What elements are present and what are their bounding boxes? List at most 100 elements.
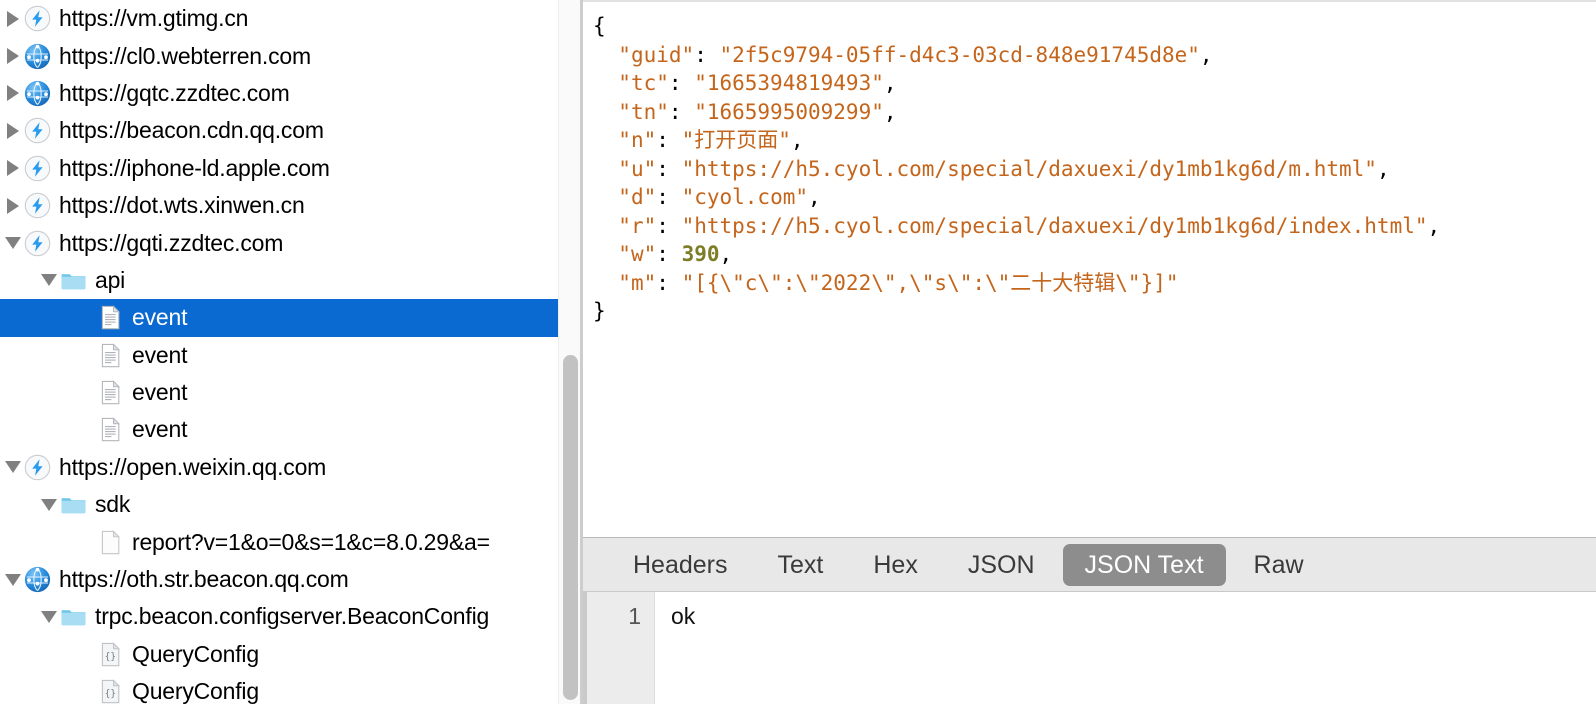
tree-row-label: https://vm.gtimg.cn [59, 5, 249, 32]
response-body-content[interactable]: ok [655, 592, 1596, 704]
json-line: { [593, 12, 1596, 41]
tab-headers[interactable]: Headers [611, 544, 750, 586]
tree-row[interactable]: event [0, 337, 558, 374]
detail-panel: { "guid": "2f5c9794-05ff-d4c3-03cd-848e9… [583, 0, 1596, 704]
json-colon: : [656, 270, 682, 295]
json-line: "w": 390, [593, 240, 1596, 269]
tree-row-label: https://iphone-ld.apple.com [59, 154, 330, 181]
svg-text:{}: {} [105, 689, 116, 700]
chevron-down-icon[interactable] [38, 498, 60, 511]
json-value: "2f5c9794-05ff-d4c3-03cd-848e91745d8e" [719, 42, 1200, 67]
line-number-gutter: 1 [583, 592, 655, 704]
tree-row-label: https://gqtc.zzdtec.com [59, 79, 290, 106]
tree-row[interactable]: event [0, 299, 558, 337]
json-value: "https://h5.cyol.com/special/daxuexi/dy1… [681, 156, 1377, 181]
json-comma: , [883, 71, 897, 95]
json-key-wrapper: "tc" [618, 71, 669, 95]
tree-row[interactable]: event [0, 411, 558, 448]
tree-row[interactable]: https://gqti.zzdtec.com [0, 224, 558, 261]
tree-row-label: event [132, 416, 188, 443]
json-key-wrapper: "d" [618, 185, 657, 209]
tree-row-label: https://beacon.cdn.qq.com [59, 117, 324, 144]
json-line: "tc": "1665394819493", [593, 69, 1596, 98]
folder-icon [60, 603, 87, 630]
json-key: d [630, 185, 644, 209]
json-key-wrapper: "m" [618, 270, 657, 295]
tree-row[interactable]: event [0, 374, 558, 411]
chevron-right-icon[interactable] [2, 197, 24, 214]
json-value: "https://h5.cyol.com/special/daxuexi/dy1… [681, 213, 1428, 238]
json-value: "1665394819493" [694, 71, 884, 95]
tree-row[interactable]: https://iphone-ld.apple.com [0, 150, 558, 187]
json-line: "guid": "2f5c9794-05ff-d4c3-03cd-848e917… [593, 41, 1596, 70]
detail-tab-bar[interactable]: Headers Text Hex JSON JSON Text Raw [583, 537, 1596, 591]
tab-raw[interactable]: Raw [1232, 544, 1326, 586]
document-icon [97, 304, 124, 331]
tree-row[interactable]: https://cl0.webterren.com [0, 37, 558, 74]
chevron-down-icon[interactable] [2, 237, 24, 250]
tree-row-label: api [95, 266, 126, 293]
json-line: "m": "[{\"c\":\"2022\",\"s\":\"二十大特辑\"}]… [593, 269, 1596, 298]
json-brace: { [593, 14, 606, 38]
tree-row[interactable]: https://vm.gtimg.cn [0, 0, 558, 37]
json-line: } [593, 297, 1596, 326]
tree-row[interactable]: https://open.weixin.qq.com [0, 449, 558, 486]
json-comma: , [808, 185, 821, 209]
folder-icon [60, 491, 87, 518]
globe-network-icon [24, 566, 51, 593]
tab-hex[interactable]: Hex [851, 544, 939, 586]
tree-scrollbar-thumb[interactable] [563, 355, 578, 700]
json-comma: , [1199, 42, 1213, 67]
document-icon [97, 342, 124, 369]
tree-row[interactable]: api [0, 262, 558, 299]
json-line: "tn": "1665995009299", [593, 98, 1596, 127]
chevron-down-icon[interactable] [38, 610, 60, 623]
tab-json-text[interactable]: JSON Text [1062, 543, 1226, 586]
json-key: m [630, 270, 644, 295]
json-brace: } [593, 299, 606, 323]
json-text-viewer[interactable]: { "guid": "2f5c9794-05ff-d4c3-03cd-848e9… [583, 0, 1596, 537]
tab-text[interactable]: Text [756, 544, 846, 586]
json-comma: , [1376, 156, 1390, 181]
document-icon [97, 379, 124, 406]
json-value: "打开页面" [681, 128, 791, 152]
tree-row[interactable]: report?v=1&o=0&s=1&c=8.0.29&a= [0, 523, 558, 560]
chevron-down-icon[interactable] [2, 573, 24, 586]
json-line: "d": "cyol.com", [593, 183, 1596, 212]
tree-row-label: QueryConfig [132, 678, 259, 704]
json-value: "[{\"c\":\"2022\",\"s\":\"二十大特辑\"}]" [681, 270, 1179, 295]
json-colon: : [656, 242, 682, 266]
json-page-icon: {} [97, 641, 124, 668]
tree-row[interactable]: https://oth.str.beacon.qq.com [0, 561, 558, 598]
tree-row[interactable]: https://dot.wts.xinwen.cn [0, 187, 558, 224]
chevron-right-icon[interactable] [2, 122, 24, 139]
json-colon: : [656, 213, 682, 238]
request-tree-list[interactable]: https://vm.gtimg.cn https://cl0.webterren… [0, 0, 558, 704]
json-key: r [630, 213, 644, 238]
tree-row[interactable]: {} QueryConfig [0, 673, 558, 704]
json-line: "r": "https://h5.cyol.com/special/daxuex… [593, 212, 1596, 241]
chevron-down-icon[interactable] [2, 461, 24, 474]
tab-json[interactable]: JSON [946, 544, 1057, 586]
tree-row-label: sdk [95, 491, 131, 518]
globe-network-icon [24, 43, 51, 70]
json-colon: : [656, 185, 682, 209]
request-tree-panel: https://vm.gtimg.cn https://cl0.webterren… [0, 0, 583, 704]
chevron-down-icon[interactable] [38, 274, 60, 287]
tree-row[interactable]: trpc.beacon.configserver.BeaconConfig [0, 598, 558, 635]
chevron-right-icon[interactable] [2, 48, 24, 65]
json-colon: : [656, 156, 682, 181]
tree-vertical-scrollbar[interactable] [558, 0, 580, 704]
chevron-right-icon[interactable] [2, 85, 24, 102]
chevron-right-icon[interactable] [2, 10, 24, 27]
json-line: "n": "打开页面", [593, 126, 1596, 155]
tree-row[interactable]: https://gqtc.zzdtec.com [0, 75, 558, 112]
response-text-view[interactable]: 1 ok [583, 591, 1596, 704]
tree-row[interactable]: {} QueryConfig [0, 636, 558, 673]
chevron-right-icon[interactable] [2, 160, 24, 177]
tree-row-label: https://gqti.zzdtec.com [59, 229, 284, 256]
tree-row[interactable]: https://beacon.cdn.qq.com [0, 112, 558, 149]
json-value: "cyol.com" [681, 185, 808, 209]
tree-row[interactable]: sdk [0, 486, 558, 523]
tree-row-label: https://oth.str.beacon.qq.com [59, 566, 349, 593]
